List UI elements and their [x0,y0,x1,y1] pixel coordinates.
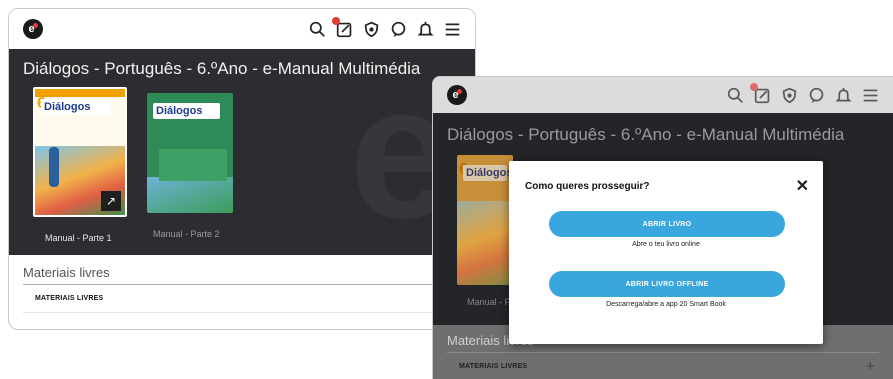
book-label-part-1[interactable]: Manual - Parte 1 [45,233,112,243]
top-bar: e [9,9,475,49]
notes-icon[interactable] [750,83,771,104]
bell-icon[interactable] [834,86,852,104]
free-materials-row[interactable]: MATERIAIS LIVRES + [447,353,879,379]
page-title: Diálogos - Português - 6.ºAno - e-Manual… [23,59,421,78]
notes-icon[interactable] [332,17,353,38]
cover-title: Diálogos [153,103,221,119]
open-external-icon[interactable]: ↗ [101,191,121,211]
search-icon[interactable] [308,20,326,38]
toolbar-icons [308,17,461,38]
book-cover-part-1: 6 Diálogos [457,155,513,285]
bell-icon[interactable] [416,20,434,38]
hero-banner: e Diálogos - Português - 6.ºAno - e-Manu… [9,49,475,255]
app-logo[interactable]: e [23,19,43,39]
section-title: Materiais livres [23,265,461,285]
open-book-button[interactable]: ABRIR LIVRO [549,211,785,237]
book-label-part-2[interactable]: Manual - Parte 2 [153,229,220,239]
book-cover-part-2[interactable]: Diálogos [147,93,233,213]
continue-dialog: Como queres prosseguir? ✕ ABRIR LIVRO Ab… [509,161,823,344]
hero-banner-dimmed: Diálogos - Português - 6.ºAno - e-Manual… [433,113,893,344]
toolbar-icons [726,83,879,104]
close-icon[interactable]: ✕ [796,176,809,196]
app-window-dialog: e Diálogos - Português - 6.ºAno - e-Manu… [432,76,893,379]
app-logo[interactable]: e [447,85,467,105]
top-bar: e [433,77,893,113]
open-book-offline-button[interactable]: ABRIR LIVRO OFFLINE [549,271,785,297]
chat-icon[interactable] [389,20,407,38]
expand-icon[interactable]: + [866,358,875,375]
free-materials-section: Materiais livres MATERIAIS LIVRES [9,255,475,313]
menu-icon[interactable] [861,86,879,104]
search-icon[interactable] [726,86,744,104]
app-window-main: e e Diálogos - Português - 6.ºAno - e-Ma… [8,8,476,330]
cover-title: Diálogos [463,165,512,181]
shield-icon[interactable] [780,86,798,104]
chat-icon[interactable] [807,86,825,104]
notification-badge [750,83,758,91]
book-cover-part-1[interactable]: 6 Diálogos ↗ [33,87,127,217]
page-title: Diálogos - Português - 6.ºAno - e-Manual… [447,125,845,144]
open-book-offline-caption: Descarrega/abre a app 20 Smart Book [606,301,726,308]
cover-title: Diálogos [41,99,112,115]
dialog-title: Como queres prosseguir? [525,181,650,192]
cover-illustration [147,177,233,213]
notification-badge [332,17,340,25]
shield-icon[interactable] [362,20,380,38]
menu-icon[interactable] [443,20,461,38]
free-materials-row[interactable]: MATERIAIS LIVRES [23,285,461,313]
open-book-caption: Abre o teu livro online [632,241,700,248]
